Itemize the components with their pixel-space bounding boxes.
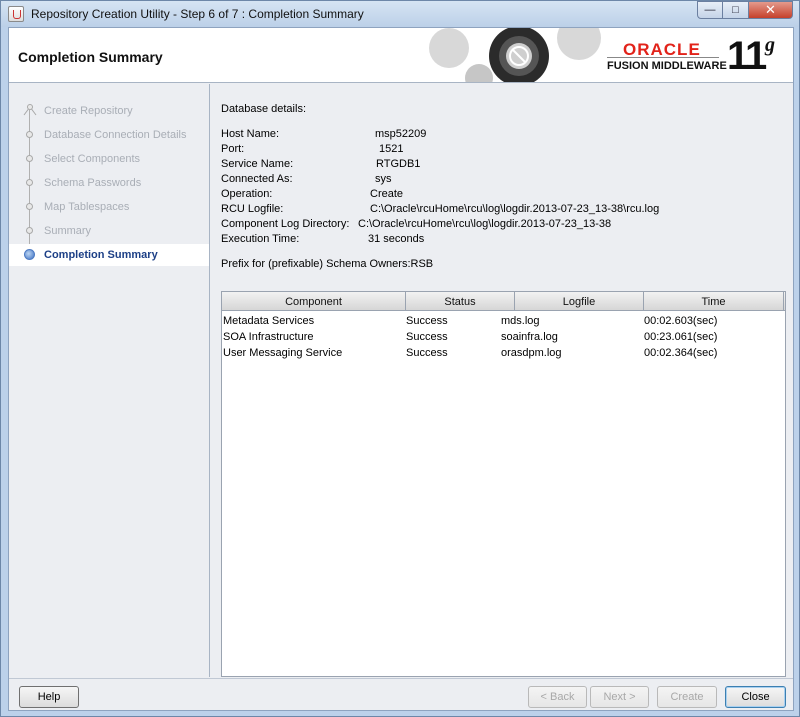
create-button[interactable]: Create bbox=[657, 686, 717, 708]
window-controls: — □ ✕ bbox=[697, 1, 793, 19]
column-header-status[interactable]: Status bbox=[406, 292, 515, 311]
version-suffix: g bbox=[765, 34, 775, 56]
step-done-icon bbox=[26, 131, 33, 138]
detail-value: RTGDB1 bbox=[376, 158, 421, 170]
page-title: Completion Summary bbox=[18, 49, 163, 65]
footer-bar: Help < Back Next > Create Close bbox=[9, 678, 793, 710]
help-button[interactable]: Help bbox=[19, 686, 79, 708]
detail-value: msp52209 bbox=[375, 128, 427, 140]
detail-operation: Operation: Create bbox=[221, 188, 781, 203]
nav-step-completion-summary[interactable]: Completion Summary bbox=[9, 244, 209, 266]
next-button[interactable]: Next > bbox=[590, 686, 649, 708]
cell-status: Success bbox=[406, 331, 448, 343]
maximize-icon: □ bbox=[732, 4, 739, 16]
detail-key: Component Log Directory: bbox=[221, 218, 350, 230]
detail-key: Host Name: bbox=[221, 128, 280, 140]
nav-step-label: Select Components bbox=[44, 153, 140, 165]
header-banner: Completion Summary ORACLE FUSION MIDDLEW… bbox=[9, 28, 793, 83]
detail-key: Operation: bbox=[221, 188, 273, 200]
detail-value: C:\Oracle\rcuHome\rcu\log\logdir.2013-07… bbox=[358, 218, 612, 230]
window-title: Repository Creation Utility - Step 6 of … bbox=[31, 7, 364, 21]
gears-graphic-icon bbox=[429, 28, 601, 82]
nav-step-schema-passwords[interactable]: Schema Passwords bbox=[9, 172, 209, 194]
cell-component: SOA Infrastructure bbox=[223, 331, 314, 343]
column-header-component[interactable]: Component bbox=[222, 292, 406, 311]
nav-step-label: Database Connection Details bbox=[44, 129, 187, 141]
cell-time: 00:02.603(sec) bbox=[644, 315, 718, 327]
nav-step-database-connection[interactable]: Database Connection Details bbox=[9, 124, 209, 146]
detail-key: Connected As: bbox=[221, 173, 293, 185]
start-step-icon bbox=[23, 104, 37, 116]
close-button[interactable]: Close bbox=[725, 686, 786, 708]
cell-component: Metadata Services bbox=[223, 315, 315, 327]
detail-rcu-logfile: RCU Logfile: C:\Oracle\rcuHome\rcu\log\l… bbox=[221, 203, 781, 218]
back-button[interactable]: < Back bbox=[528, 686, 587, 708]
maximize-button[interactable]: □ bbox=[723, 1, 749, 19]
cell-logfile: soainfra.log bbox=[501, 331, 558, 343]
detail-key: RCU Logfile: bbox=[221, 203, 284, 215]
detail-value: sys bbox=[375, 173, 392, 185]
table-row[interactable]: Metadata Services Success mds.log 00:02.… bbox=[222, 313, 785, 329]
column-header-logfile[interactable]: Logfile bbox=[515, 292, 644, 311]
nav-step-label: Completion Summary bbox=[44, 249, 158, 261]
nav-step-create-repository[interactable]: Create Repository bbox=[9, 100, 209, 122]
cell-component: User Messaging Service bbox=[223, 347, 343, 359]
nav-step-select-components[interactable]: Select Components bbox=[9, 148, 209, 170]
main-content: Database details: Host Name: msp52209 Po… bbox=[211, 84, 793, 677]
nav-step-label: Schema Passwords bbox=[44, 177, 142, 189]
table-header: Component Status Logfile Time bbox=[222, 292, 785, 311]
logo-separator bbox=[607, 57, 719, 58]
detail-key: Service Name: bbox=[221, 158, 294, 170]
detail-connected-as: Connected As: sys bbox=[221, 173, 781, 188]
cell-logfile: orasdpm.log bbox=[501, 347, 562, 359]
java-app-icon bbox=[8, 6, 24, 22]
cell-logfile: mds.log bbox=[501, 315, 540, 327]
nav-step-label: Map Tablespaces bbox=[44, 201, 130, 213]
cell-status: Success bbox=[406, 315, 448, 327]
close-window-button[interactable]: ✕ bbox=[749, 1, 793, 19]
nav-step-label: Create Repository bbox=[44, 105, 133, 117]
product-name: FUSION MIDDLEWARE bbox=[607, 60, 727, 72]
step-current-icon bbox=[24, 249, 35, 260]
nav-step-summary[interactable]: Summary bbox=[9, 220, 209, 242]
close-icon: ✕ bbox=[765, 2, 776, 17]
detail-service-name: Service Name: RTGDB1 bbox=[221, 158, 781, 173]
step-done-icon bbox=[26, 179, 33, 186]
cell-status: Success bbox=[406, 347, 448, 359]
detail-component-log-directory: Component Log Directory: C:\Oracle\rcuHo… bbox=[221, 218, 781, 233]
detail-execution-time: Execution Time: 31 seconds bbox=[221, 233, 781, 248]
minimize-icon: — bbox=[704, 4, 716, 16]
step-done-icon bbox=[26, 155, 33, 162]
client-area: Completion Summary ORACLE FUSION MIDDLEW… bbox=[8, 27, 794, 711]
nav-step-map-tablespaces[interactable]: Map Tablespaces bbox=[9, 196, 209, 218]
rcu-window: Repository Creation Utility - Step 6 of … bbox=[0, 0, 800, 717]
step-done-icon bbox=[26, 203, 33, 210]
nav-step-label: Summary bbox=[44, 225, 92, 237]
title-bar[interactable]: Repository Creation Utility - Step 6 of … bbox=[1, 1, 799, 27]
cell-time: 00:23.061(sec) bbox=[644, 331, 718, 343]
components-table: Component Status Logfile Time Metadata S… bbox=[221, 291, 786, 677]
detail-value: 31 seconds bbox=[368, 233, 425, 245]
schema-prefix: Prefix for (prefixable) Schema Owners:RS… bbox=[221, 258, 434, 270]
database-details-title: Database details: bbox=[221, 103, 306, 115]
column-header-time[interactable]: Time bbox=[644, 292, 784, 311]
detail-key: Execution Time: bbox=[221, 233, 300, 245]
detail-key: Port: bbox=[221, 143, 245, 155]
detail-port: Port: 1521 bbox=[221, 143, 781, 158]
detail-value: Create bbox=[370, 188, 404, 200]
table-row[interactable]: User Messaging Service Success orasdpm.l… bbox=[222, 345, 785, 361]
step-done-icon bbox=[26, 227, 33, 234]
minimize-button[interactable]: — bbox=[697, 1, 723, 19]
table-row[interactable]: SOA Infrastructure Success soainfra.log … bbox=[222, 329, 785, 345]
detail-value: C:\Oracle\rcuHome\rcu\log\logdir.2013-07… bbox=[370, 203, 660, 215]
step-navigation: Create Repository Database Connection De… bbox=[9, 84, 210, 677]
detail-value: 1521 bbox=[379, 143, 404, 155]
cell-time: 00:02.364(sec) bbox=[644, 347, 718, 359]
detail-host-name: Host Name: msp52209 bbox=[221, 128, 781, 143]
version-number: 11 bbox=[727, 34, 767, 78]
